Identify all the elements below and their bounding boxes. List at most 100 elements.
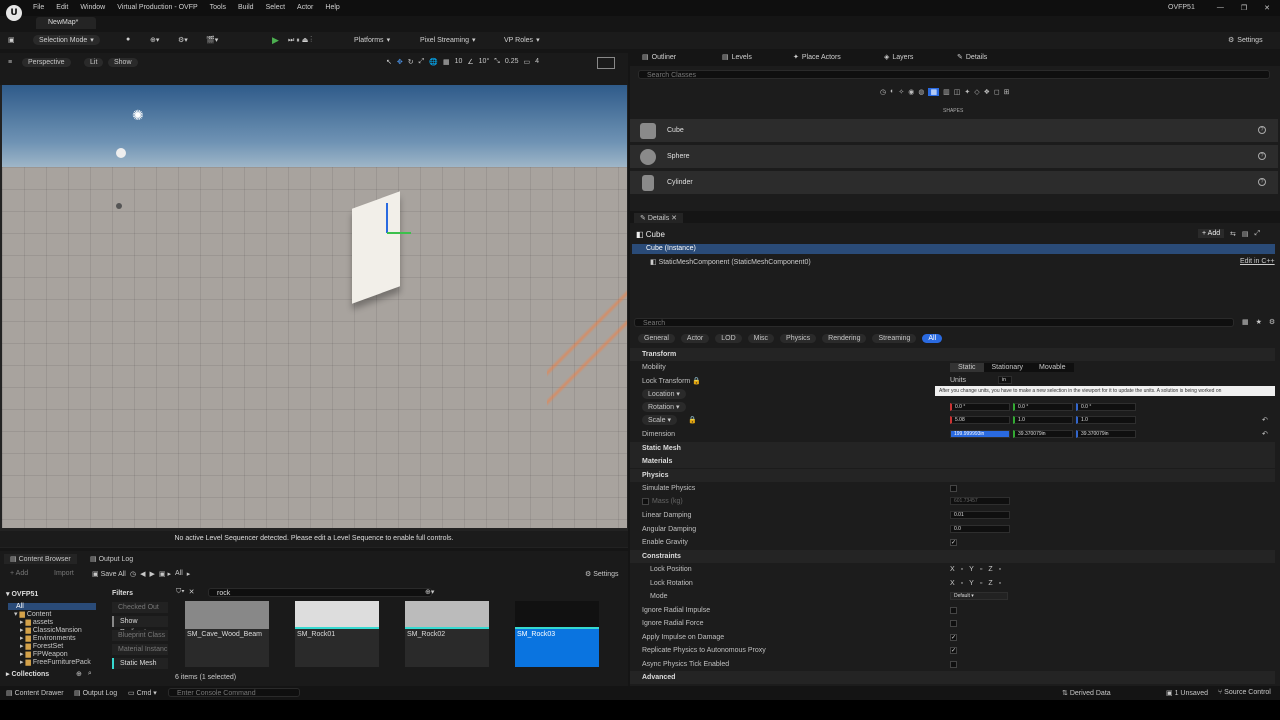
lock-pos-x[interactable]: X xyxy=(950,566,955,573)
details-search-input[interactable]: Search xyxy=(634,318,1234,327)
basic-icon[interactable]: ◐ xyxy=(890,88,894,96)
edit-cpp-link[interactable]: Edit in C++ xyxy=(1240,258,1275,265)
viewport-menu-icon[interactable]: ≡ xyxy=(8,59,12,66)
angular-damping-input[interactable]: 0.0 xyxy=(950,525,1010,533)
cb-settings-button[interactable]: ⚙ Settings xyxy=(585,570,619,578)
mobility-static[interactable]: Static xyxy=(950,363,984,372)
tree-root[interactable]: ▾ OVFP51 xyxy=(6,590,38,598)
scale-z-input[interactable]: 1.0 xyxy=(1076,416,1136,424)
tree-classic-mansion[interactable]: ▸ ▆ ClassicMansion xyxy=(14,627,91,635)
details-settings-icon[interactable]: ⚙ xyxy=(1269,318,1275,326)
static-mesh-section[interactable]: Static Mesh xyxy=(630,442,1275,455)
more-icon[interactable]: ◻ xyxy=(994,88,1000,96)
menu-file[interactable]: File xyxy=(33,4,44,11)
units-input[interactable]: in xyxy=(998,376,1012,384)
asset-tile[interactable]: SM_Rock01 xyxy=(295,601,379,667)
lock-rot-y-checkbox[interactable]: ▫ xyxy=(980,580,982,587)
rotation-y-input[interactable]: 0.0 ° xyxy=(1013,403,1073,411)
lights-icon[interactable]: ✧ xyxy=(898,88,904,96)
lock-rot-y[interactable]: Y xyxy=(969,580,974,587)
asset-tile-selected[interactable]: SM_Rock03 xyxy=(515,601,599,667)
asset-tile[interactable]: SM_Rock02 xyxy=(405,601,489,667)
location-dropdown[interactable]: Location ▾ xyxy=(642,389,686,399)
camera-speed-icon[interactable]: ▭ xyxy=(523,58,530,66)
advanced-section[interactable]: Advanced xyxy=(630,671,1275,684)
filter-blueprint-class[interactable]: Blueprint Class xyxy=(112,630,168,641)
recent-icon[interactable]: ◷ xyxy=(880,88,886,96)
reset-scale-icon[interactable]: ↶ xyxy=(1262,416,1268,424)
directional-light-icon[interactable]: ✺ xyxy=(132,107,144,124)
replicate-physics-checkbox[interactable]: ✓ xyxy=(950,647,957,654)
cinematics-icon[interactable]: 🎬▾ xyxy=(206,36,218,44)
cb-path[interactable]: All xyxy=(175,570,183,578)
level-viewport[interactable]: ≡ Perspective Lit Show ↖ ✥ ↻ ⤢ 🌐 ▦ 10 ∠ 10… xyxy=(0,53,628,548)
close-tab-icon[interactable]: ✕ xyxy=(671,215,677,222)
all-classes-icon[interactable]: ◫ xyxy=(954,88,961,96)
rotation-z-input[interactable]: 0.0 ° xyxy=(1076,403,1136,411)
actor-marker-icon[interactable] xyxy=(116,203,122,209)
clear-search-icon[interactable]: ✕ xyxy=(189,588,195,596)
linear-damping-input[interactable]: 0.01 xyxy=(950,511,1010,519)
lock-pos-z[interactable]: Z xyxy=(988,566,992,573)
play-options-icon[interactable]: ⏭ ⏸ ⏏ ⋮ xyxy=(288,36,312,45)
tree-fp-weapon[interactable]: ▸ ▆ FPWeapon xyxy=(14,651,91,659)
filter-all[interactable]: All xyxy=(922,334,943,343)
derived-data-button[interactable]: ⇅ Derived Data xyxy=(1062,689,1111,697)
output-log-tab[interactable]: ▤ Output Log xyxy=(90,555,133,563)
back-icon[interactable]: ◀ xyxy=(140,570,145,578)
pixel-streaming-button[interactable]: Pixel Streaming ▾ xyxy=(420,36,476,45)
vp-roles-button[interactable]: VP Roles ▾ xyxy=(504,36,540,45)
component-instance-row[interactable]: Cube (Instance) xyxy=(632,244,1275,254)
filter-material-instance[interactable]: Material Instanc xyxy=(112,644,168,655)
sky-sphere-icon[interactable] xyxy=(116,148,126,158)
save-icon[interactable]: ▣ xyxy=(8,36,15,44)
tab-place-actors[interactable]: ✦ Place Actors xyxy=(793,53,841,62)
static-mesh-component-row[interactable]: ◧ StaticMeshComponent (StaticMeshCompone… xyxy=(650,258,811,266)
lock-icon[interactable]: 🔒 xyxy=(692,378,701,385)
dimension-z-input[interactable]: 39.370079in xyxy=(1076,430,1136,438)
filter-lod[interactable]: LOD xyxy=(715,334,742,343)
lock-rot-x[interactable]: X xyxy=(950,580,955,587)
tab-outliner[interactable]: ▤ Outliner xyxy=(642,53,676,62)
filter-icon[interactable]: ⛉▾ xyxy=(176,588,185,596)
mobility-stationary[interactable]: Stationary xyxy=(984,363,1032,372)
lock-pos-y[interactable]: Y xyxy=(969,566,974,573)
filter-physics[interactable]: Physics xyxy=(780,334,817,343)
filter-streaming[interactable]: Streaming xyxy=(872,334,917,343)
settings-button[interactable]: ⚙ Settings xyxy=(1228,36,1263,45)
output-log-button[interactable]: ▤ Output Log xyxy=(74,689,117,697)
cmd-dropdown[interactable]: ▭ Cmd ▾ xyxy=(128,689,157,697)
more-options-icon[interactable]: ⤢ xyxy=(1255,230,1261,238)
cube-actor[interactable] xyxy=(352,191,400,304)
settings-small-icon[interactable]: ⊞ xyxy=(1004,88,1010,96)
filter-show-redirector[interactable]: Show Redirector xyxy=(112,616,168,636)
dimension-y-input[interactable]: 39.370079in xyxy=(1013,430,1073,438)
volumes-icon[interactable]: ▥ xyxy=(943,88,950,96)
mobility-movable[interactable]: Movable xyxy=(1031,363,1073,372)
search-collection-icon[interactable]: ⌕ xyxy=(88,670,92,678)
layout-icon[interactable]: ▤ xyxy=(1242,230,1249,238)
help-icon[interactable]: ? xyxy=(1258,126,1266,134)
world-icon[interactable]: 🌐 xyxy=(429,58,438,66)
dimension-x-input[interactable]: 199.999993in xyxy=(950,430,1010,438)
details-tab[interactable]: ✎ Details ✕ xyxy=(634,213,684,223)
help-icon[interactable]: ? xyxy=(1258,152,1266,160)
cb-import-button[interactable]: Import xyxy=(54,570,74,577)
menu-window[interactable]: Window xyxy=(80,4,105,11)
content-browser-tab[interactable]: ▤ Content Browser xyxy=(4,554,77,564)
cb-add-button[interactable]: + Add xyxy=(10,570,28,577)
menu-edit[interactable]: Edit xyxy=(56,4,68,11)
scale-lock-icon[interactable]: 🔒 xyxy=(688,416,697,424)
content-drawer-button[interactable]: ▤ Content Drawer xyxy=(6,689,64,697)
selection-mode-button[interactable]: Selection Mode ▾ xyxy=(33,35,100,45)
filter-static-mesh[interactable]: Static Mesh xyxy=(112,658,168,669)
close-icon[interactable]: ✕ xyxy=(1264,4,1270,12)
scale-value[interactable]: 0.25 xyxy=(505,58,519,66)
shape-sphere[interactable]: Sphere? xyxy=(630,145,1278,169)
lock-pos-x-checkbox[interactable]: ▫ xyxy=(961,566,963,573)
cb-save-all-button[interactable]: ▣ Save All xyxy=(92,570,126,578)
tree-free-furniture[interactable]: ▸ ▆ FreeFurniturePack xyxy=(14,659,91,667)
tree-content[interactable]: ▾ ▆ Content xyxy=(14,611,91,619)
cinematic-icon[interactable]: ◉ xyxy=(908,88,914,96)
unsaved-button[interactable]: ▣ 1 Unsaved xyxy=(1166,689,1208,697)
